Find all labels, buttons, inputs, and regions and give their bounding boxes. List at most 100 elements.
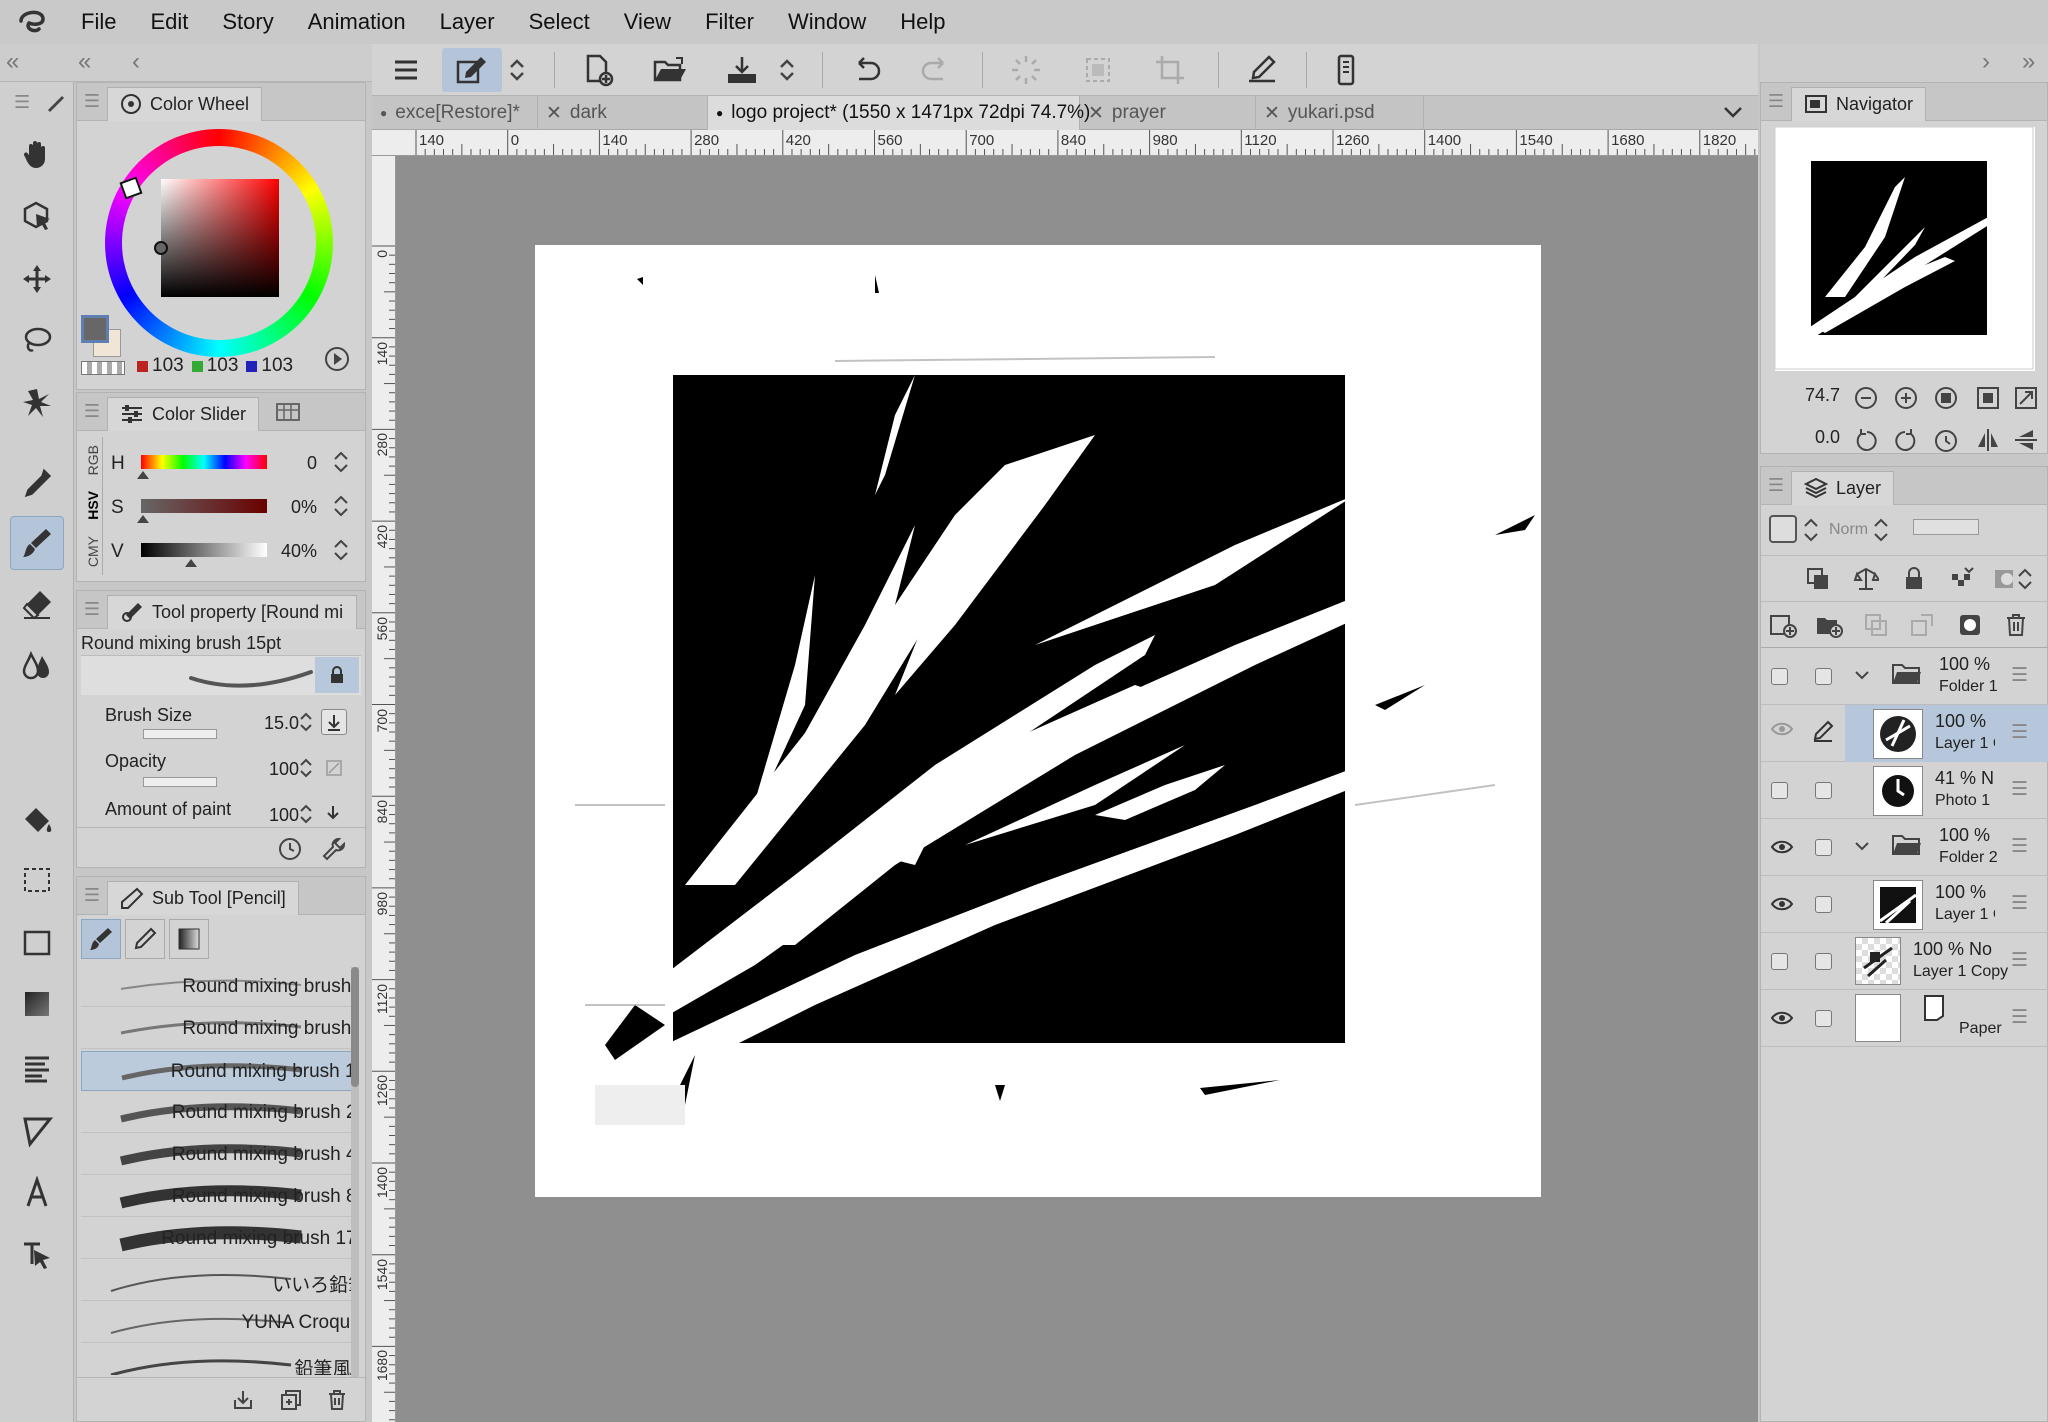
amount-menu-icon[interactable] <box>323 803 343 823</box>
collapse-panel-icon[interactable]: « <box>78 48 91 76</box>
v-slider[interactable] <box>141 543 267 557</box>
reset-rotation-icon[interactable] <box>1933 427 1959 453</box>
edit-mode-icon[interactable] <box>442 48 502 92</box>
tab-navigator[interactable]: Navigator <box>1791 86 1927 121</box>
new-raster-layer-icon[interactable] <box>1769 612 1797 638</box>
text-tool-icon[interactable] <box>10 1166 64 1220</box>
edit-target-checkbox[interactable] <box>1815 839 1832 856</box>
color-play-icon[interactable] <box>323 345 351 373</box>
eye-icon[interactable] <box>1771 1010 1793 1026</box>
main-color-swatch[interactable] <box>81 315 109 343</box>
list-item[interactable]: Round mixing brush 80pt <box>81 1177 353 1217</box>
layer-row-paper[interactable]: Paper ☰ <box>1761 990 2048 1047</box>
list-item[interactable]: いいろ鉛筆 5 <box>81 1261 353 1301</box>
layer-row-layer-1-copy[interactable]: 100 % No Layer 1 Copy ☰ <box>1761 933 2048 990</box>
delete-layer-icon[interactable] <box>2003 612 2029 638</box>
layer-row-folder-1[interactable]: 100 % Folder 1 ☰ <box>1761 648 2048 705</box>
tab-cmy[interactable]: CMY <box>85 536 101 567</box>
tab-rgb[interactable]: RGB <box>85 445 101 475</box>
layer-row-layer-1c[interactable]: 100 % Layer 1 C ☰ <box>1761 705 2048 762</box>
hand-tool-icon[interactable] <box>10 127 64 181</box>
fit-navigator-icon[interactable] <box>2013 385 2039 411</box>
menu-animation[interactable]: Animation <box>291 0 423 44</box>
rectangle-tool-icon[interactable] <box>10 916 64 970</box>
operation-tool-icon[interactable] <box>10 1228 64 1282</box>
brush-size-menu-icon[interactable] <box>321 709 347 735</box>
reference-layer-icon[interactable] <box>1853 566 1879 592</box>
ruler-tool-icon[interactable] <box>10 1104 64 1158</box>
trash-icon[interactable] <box>325 1388 349 1412</box>
list-item[interactable]: Round mixing brush 177pt <box>81 1219 353 1259</box>
list-item[interactable]: Round mixing brush 6pt <box>81 1009 353 1049</box>
collapse-right-icon[interactable]: » <box>2022 48 2035 76</box>
s-value[interactable]: 0% <box>273 497 317 518</box>
list-item[interactable]: YUNA Croquis Pencil <box>81 1303 353 1343</box>
save-icon[interactable] <box>712 48 772 92</box>
tab-doc-3[interactable]: ● logo project* (1550 x 1471px 72dpi 74.7… <box>708 96 1090 130</box>
s-stepper-icon[interactable] <box>333 493 349 519</box>
menu-view[interactable]: View <box>607 0 688 44</box>
eye-icon[interactable] <box>1771 721 1793 737</box>
collapse-left-icon[interactable]: « <box>6 48 19 76</box>
hamburger-menu-icon[interactable] <box>376 48 436 92</box>
zoom-out-icon[interactable] <box>1853 385 1879 411</box>
tab-doc-5[interactable]: ✕ yukari.psd <box>1256 96 1424 130</box>
opacity-pressure-icon[interactable] <box>325 759 343 777</box>
eraser-tool-icon[interactable] <box>10 577 64 631</box>
close-icon[interactable]: ✕ <box>1088 102 1104 125</box>
app-logo-icon[interactable] <box>0 0 64 44</box>
pen-group-icon[interactable] <box>125 919 165 959</box>
tab-tool-property[interactable]: Tool property [Round mi <box>107 594 357 629</box>
menu-file[interactable]: File <box>64 0 133 44</box>
h-stepper-icon[interactable] <box>333 449 349 475</box>
list-item[interactable]: Round mixing brush 25pt <box>81 1093 353 1133</box>
s-slider[interactable] <box>141 499 267 513</box>
move-tool-icon[interactable] <box>10 252 64 306</box>
zoom-in-icon[interactable] <box>1893 385 1919 411</box>
layer-stepper-icon[interactable] <box>1803 515 1819 545</box>
h-slider-handle[interactable] <box>137 471 149 479</box>
list-item[interactable]: Round mixing brush 40pt <box>81 1135 353 1175</box>
canvas-paper[interactable] <box>535 245 1541 1197</box>
new-file-icon[interactable] <box>568 48 628 92</box>
tab-hsv[interactable]: HSV <box>85 491 101 520</box>
edit-target-checkbox[interactable] <box>1815 1010 1832 1027</box>
amount-of-paint-value[interactable]: 100 <box>247 805 299 826</box>
drag-handle-icon[interactable]: ☰ <box>2011 778 2028 801</box>
selection-tool-icon[interactable] <box>10 853 64 907</box>
menu-edit[interactable]: Edit <box>133 0 205 44</box>
drag-handle-icon[interactable]: ☰ <box>2011 835 2028 858</box>
lock-transparency-icon[interactable] <box>1949 566 1975 592</box>
chevron-down-icon[interactable] <box>1853 837 1871 855</box>
drag-handle-icon[interactable]: ☰ <box>2011 721 2028 744</box>
chevron-right-icon[interactable]: › <box>1982 48 1990 76</box>
eyedropper-tool-icon[interactable] <box>10 456 64 510</box>
fill-tool-icon[interactable] <box>10 794 64 848</box>
tab-doc-2[interactable]: ✕ dark <box>538 96 708 130</box>
chevron-down-icon[interactable] <box>1853 666 1871 684</box>
h-slider[interactable] <box>141 455 267 469</box>
ruler-snap-icon[interactable] <box>1232 48 1292 92</box>
color-set-tab-icon[interactable] <box>275 401 301 423</box>
v-value[interactable]: 40% <box>273 541 317 562</box>
mask-icon[interactable] <box>1957 612 1983 638</box>
menu-story[interactable]: Story <box>205 0 290 44</box>
edit-target-checkbox[interactable] <box>1815 782 1832 799</box>
gradient-group-icon[interactable] <box>169 919 209 959</box>
drag-handle-icon[interactable]: ☰ <box>2011 949 2028 972</box>
sv-marker[interactable] <box>154 241 168 255</box>
visibility-checkbox[interactable] <box>1771 953 1788 970</box>
mode-stepper-icon[interactable] <box>500 48 534 92</box>
rotate-left-icon[interactable] <box>1853 427 1879 453</box>
list-item[interactable]: Round mixing brush 15pt <box>81 1051 353 1091</box>
layer-color-icon[interactable] <box>1769 515 1797 543</box>
brush-tool-icon[interactable] <box>10 516 64 570</box>
rotate-right-icon[interactable] <box>1893 427 1919 453</box>
visibility-checkbox[interactable] <box>1771 782 1788 799</box>
edit-target-checkbox[interactable] <box>1815 953 1832 970</box>
opacity-stepper-icon[interactable] <box>299 755 313 781</box>
tab-color-wheel[interactable]: Color Wheel <box>107 86 263 121</box>
new-folder-icon[interactable] <box>1815 612 1843 638</box>
merge-down-icon[interactable] <box>1909 612 1935 638</box>
opacity-bar[interactable] <box>1913 519 1979 535</box>
